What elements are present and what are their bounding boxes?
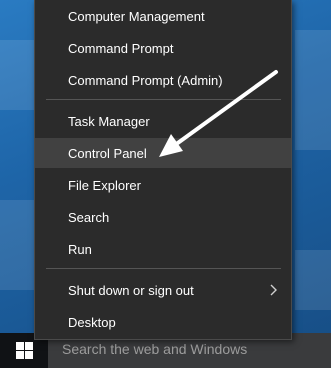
wallpaper-stripe	[295, 30, 331, 150]
menu-item-label: Task Manager	[68, 113, 150, 129]
menu-item-label: Control Panel	[68, 145, 147, 161]
wallpaper-stripe	[0, 40, 34, 110]
menu-item-label: Desktop	[68, 314, 116, 330]
menu-item-control-panel[interactable]: Control Panel	[35, 138, 291, 168]
menu-item-desktop[interactable]: Desktop	[35, 307, 291, 337]
menu-item-label: Shut down or sign out	[68, 282, 194, 298]
menu-item-run[interactable]: Run	[35, 234, 291, 264]
menu-item-label: Run	[68, 241, 92, 257]
wallpaper-stripe	[295, 250, 331, 310]
menu-item-shut-down-or-sign-out[interactable]: Shut down or sign out	[35, 275, 291, 305]
menu-item-label: File Explorer	[68, 177, 141, 193]
menu-separator	[46, 99, 281, 100]
menu-item-file-explorer[interactable]: File Explorer	[35, 170, 291, 200]
search-placeholder: Search the web and Windows	[62, 341, 248, 357]
menu-item-label: Command Prompt	[68, 40, 174, 56]
menu-item-command-prompt[interactable]: Command Prompt	[35, 33, 291, 63]
menu-item-computer-management[interactable]: Computer Management	[35, 1, 291, 31]
chevron-right-icon	[270, 284, 277, 296]
menu-item-label: Computer Management	[68, 8, 205, 24]
wallpaper-stripe	[0, 200, 34, 290]
menu-item-command-prompt-admin[interactable]: Command Prompt (Admin)	[35, 65, 291, 95]
menu-item-label: Search	[68, 209, 110, 225]
menu-item-task-manager[interactable]: Task Manager	[35, 106, 291, 136]
winx-context-menu: Computer Management Command Prompt Comma…	[34, 0, 292, 340]
menu-separator	[46, 268, 281, 269]
menu-item-search[interactable]: Search	[35, 202, 291, 232]
menu-item-label: Command Prompt (Admin)	[68, 72, 223, 88]
windows-logo-icon	[15, 342, 33, 359]
